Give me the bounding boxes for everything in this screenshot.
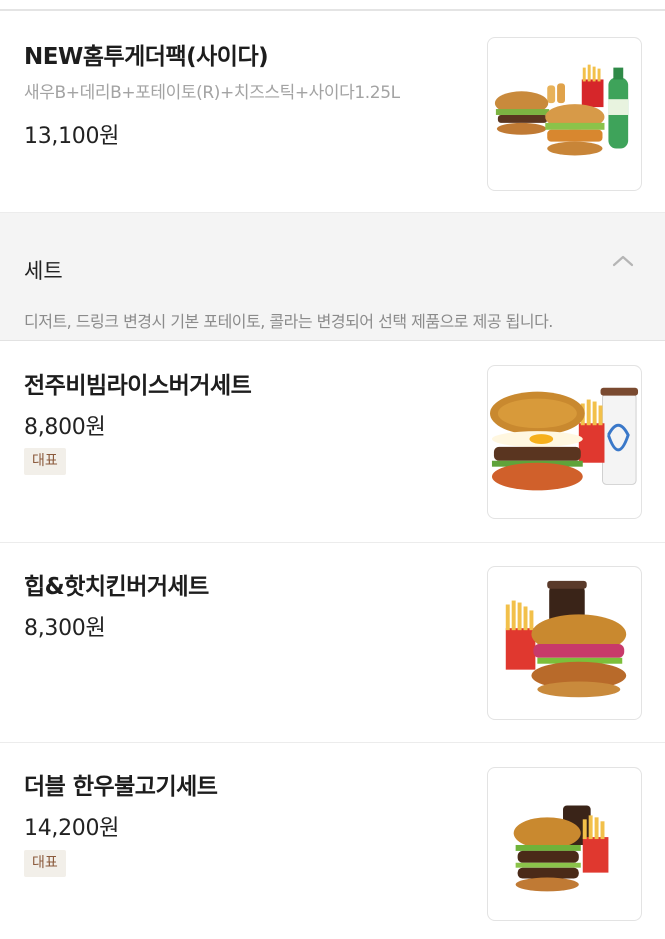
menu-item-hip-hot-chicken-set[interactable]: 힙&핫치킨버거세트 8,300원 — [0, 543, 665, 743]
representative-badge: 대표 — [24, 850, 66, 877]
menu-item-home-together-pack[interactable]: NEW홈투게더팩(사이다) 새우B+데리B+포테이토(R)+치즈스틱+사이다1.… — [0, 11, 665, 213]
menu-item-title: 전주비빔라이스버거세트 — [24, 373, 252, 399]
menu-item-title: 힙&핫치킨버거세트 — [24, 574, 209, 600]
menu-item-image — [487, 566, 642, 720]
chicken-burger-set-illustration — [505, 580, 627, 698]
menu-list-page: NEW홈투게더팩(사이다) 새우B+데리B+포테이토(R)+치즈스틱+사이다1.… — [0, 0, 665, 939]
section-title: 세트 — [24, 259, 63, 283]
menu-item-price: 8,800원 — [24, 415, 106, 440]
menu-item-price: 8,300원 — [24, 616, 106, 641]
menu-item-double-hanwoo-set[interactable]: 더블 한우불고기세트 14,200원 대표 — [0, 743, 665, 939]
section-header-set[interactable]: 세트 디저트, 드링크 변경시 기본 포테이토, 콜라는 변경되어 선택 제품으… — [0, 213, 665, 341]
menu-item-description: 새우B+데리B+포테이토(R)+치즈스틱+사이다1.25L — [24, 83, 400, 103]
bulgogi-burger-set-illustration — [513, 805, 609, 892]
menu-item-price: 14,200원 — [24, 816, 120, 841]
rice-burger-set-illustration — [489, 387, 639, 491]
menu-item-image — [487, 37, 642, 191]
menu-item-image — [487, 767, 642, 921]
representative-badge: 대표 — [24, 448, 66, 475]
menu-item-title: NEW홈투게더팩(사이다) — [24, 44, 269, 70]
section-notice: 디저트, 드링크 변경시 기본 포테이토, 콜라는 변경되어 선택 제품으로 제… — [24, 312, 553, 331]
menu-item-price: 13,100원 — [24, 124, 120, 149]
menu-item-jeonju-bibim-set[interactable]: 전주비빔라이스버거세트 8,800원 대표 — [0, 342, 665, 543]
menu-item-title: 더블 한우불고기세트 — [24, 774, 218, 800]
chevron-up-icon[interactable] — [611, 249, 635, 273]
menu-item-image — [487, 365, 642, 519]
burger-pack-illustration — [494, 64, 629, 156]
